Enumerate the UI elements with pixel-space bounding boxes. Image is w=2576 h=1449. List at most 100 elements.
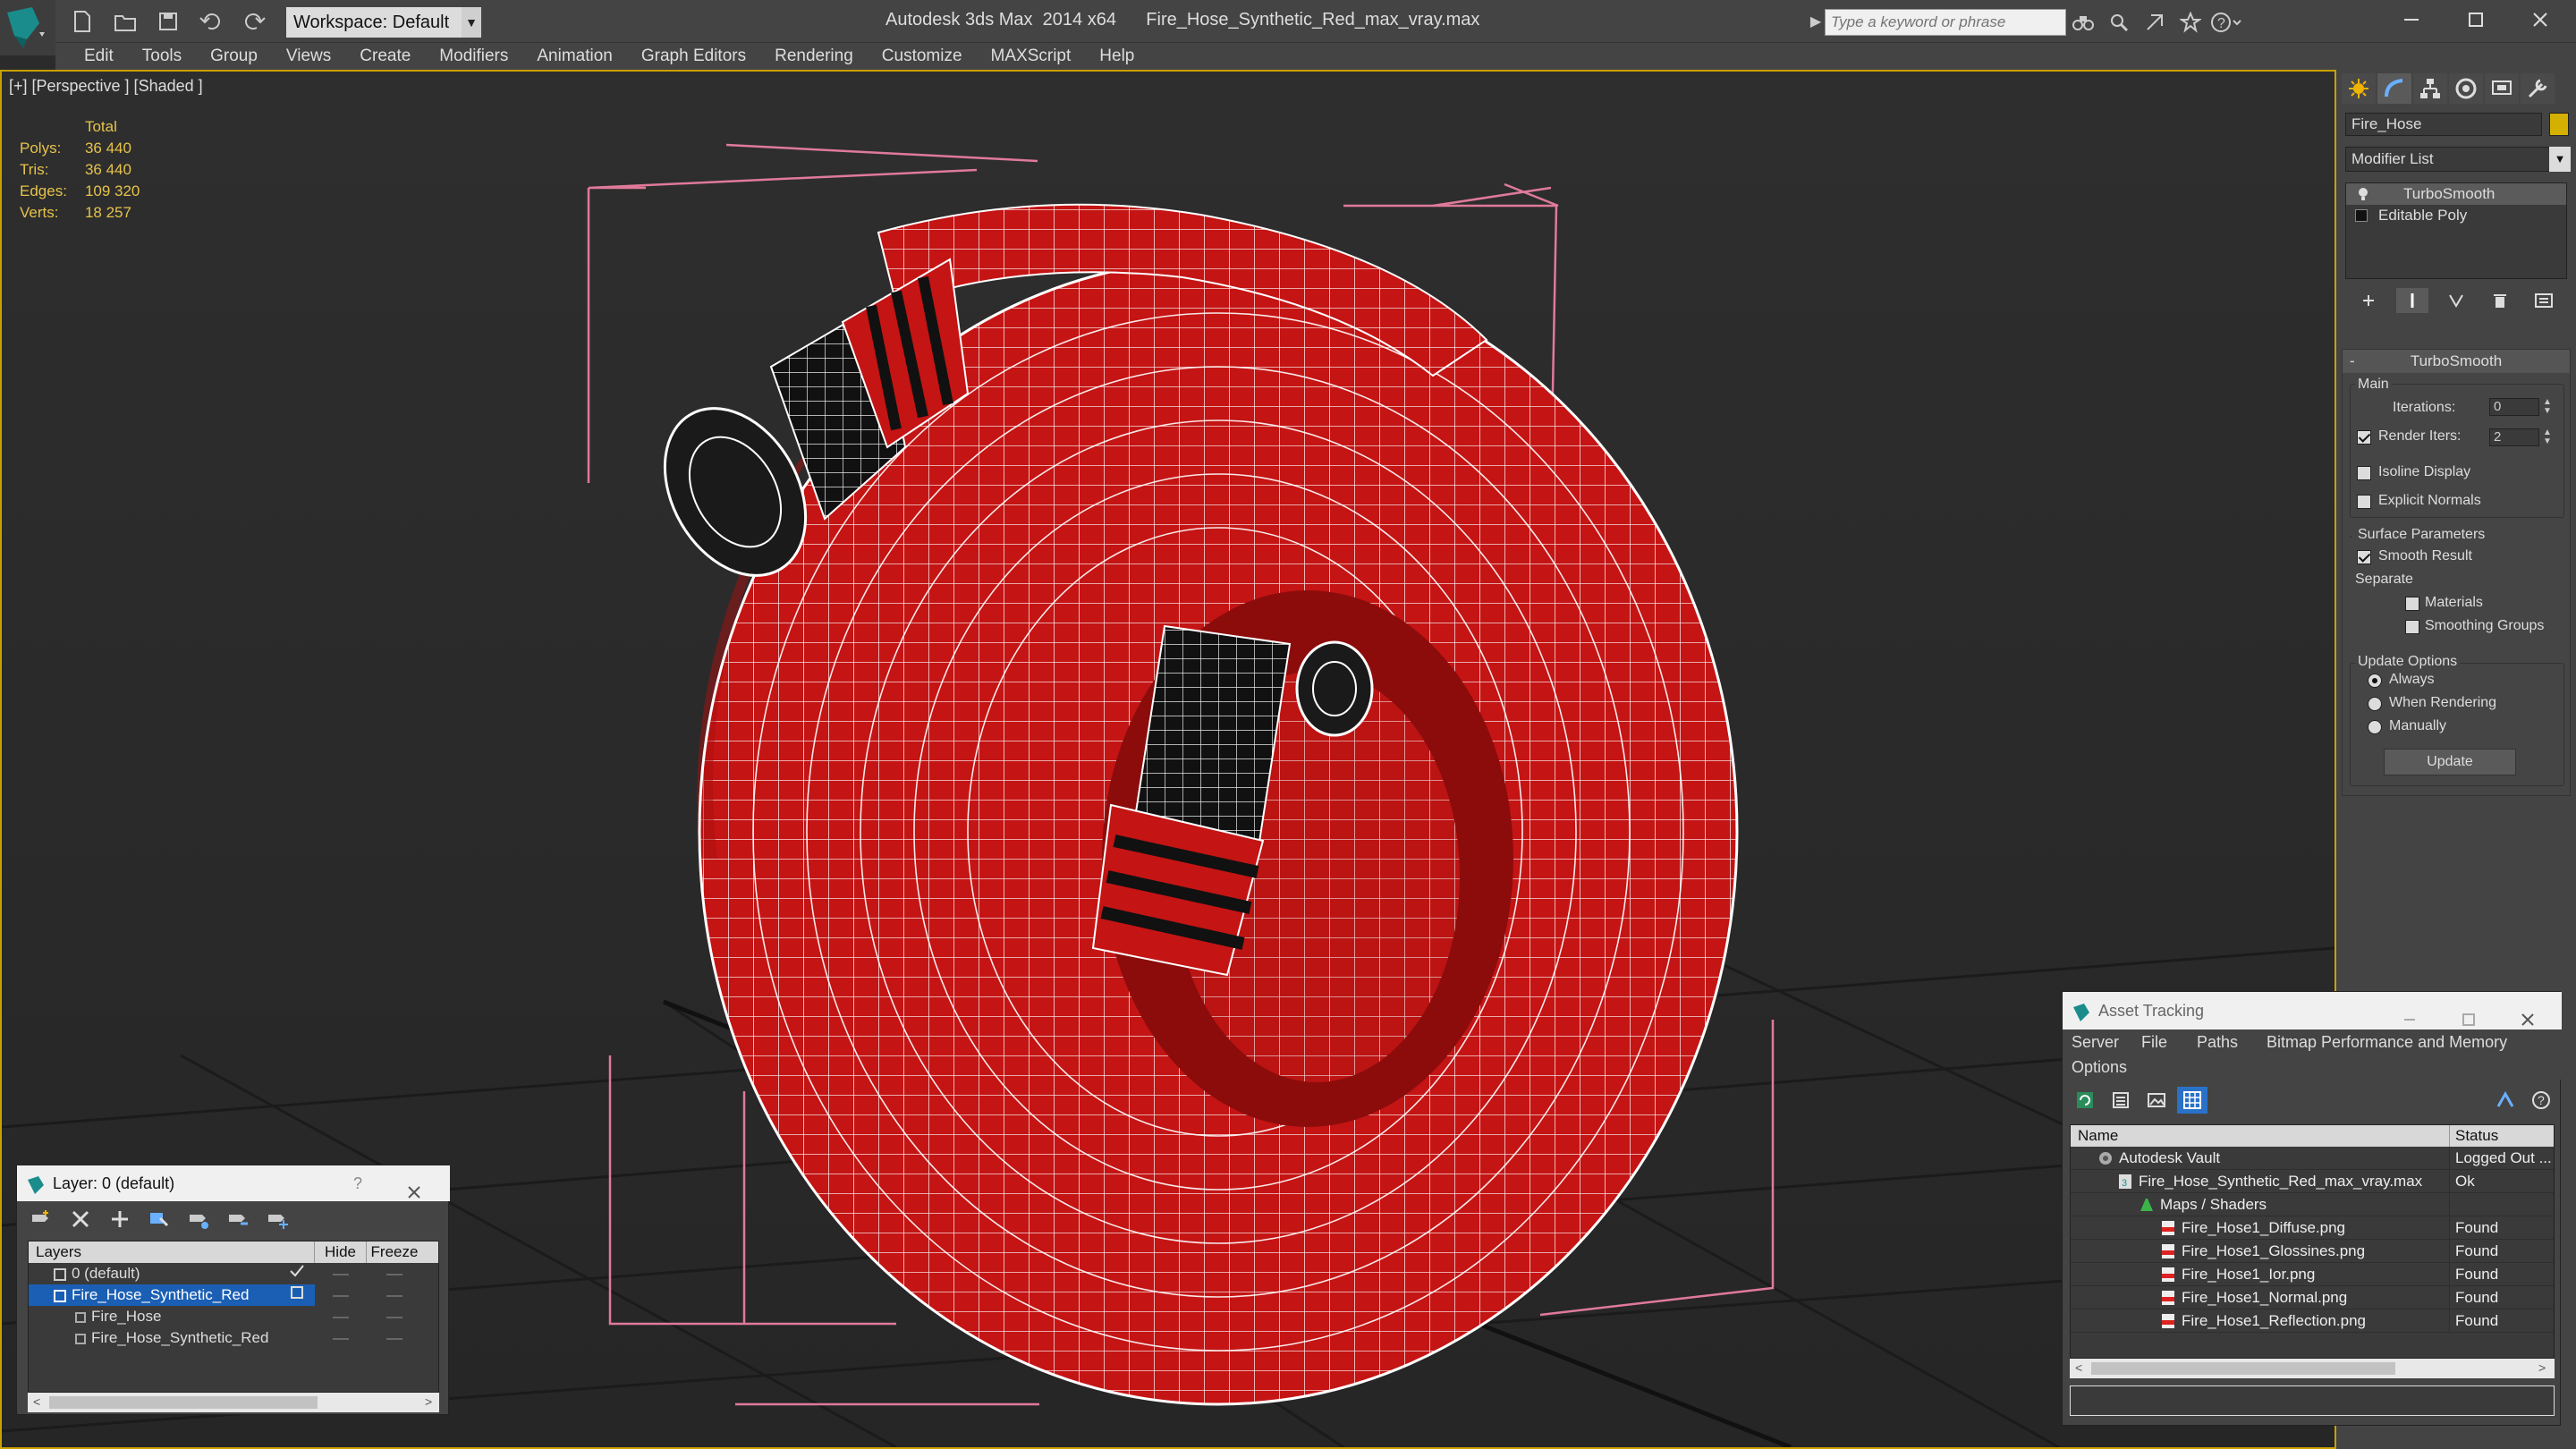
hide-all-layers-icon[interactable]: [223, 1205, 253, 1233]
remove-modifier-icon[interactable]: [2484, 288, 2516, 313]
column-freeze[interactable]: Freeze: [367, 1241, 422, 1263]
asset-menu-options[interactable]: Options: [2072, 1058, 2127, 1077]
object-name-field[interactable]: [2345, 113, 2542, 136]
binoculars-icon[interactable]: [2066, 7, 2100, 38]
layer-horizontal-scrollbar[interactable]: < >: [28, 1393, 439, 1412]
scroll-thumb[interactable]: [2091, 1362, 2395, 1375]
collapse-minus-icon[interactable]: -: [2350, 350, 2355, 373]
asset-row-vault[interactable]: Autodesk Vault Logged Out ...: [2071, 1147, 2554, 1170]
subscription-icon[interactable]: [2102, 7, 2136, 38]
menu-rendering[interactable]: Rendering: [760, 43, 868, 70]
menu-edit[interactable]: Edit: [70, 43, 128, 70]
make-unique-icon[interactable]: [2440, 288, 2472, 313]
layer-window-titlebar[interactable]: Layer: 0 (default) ?: [17, 1165, 450, 1201]
close-icon[interactable]: [2508, 0, 2572, 39]
asset-window-titlebar[interactable]: Asset Tracking: [2063, 992, 2562, 1030]
menu-views[interactable]: Views: [272, 43, 345, 70]
menu-create[interactable]: Create: [345, 43, 425, 70]
asset-menu-paths[interactable]: Paths: [2197, 1033, 2238, 1052]
isoline-display-checkbox[interactable]: [2357, 466, 2371, 480]
open-file-icon[interactable]: [106, 5, 145, 38]
help-question[interactable]: ?: [353, 1165, 362, 1201]
redo-icon[interactable]: [234, 5, 274, 38]
asset-row-bitmap[interactable]: Fire_Hose1_Glossines.png Found: [2071, 1240, 2554, 1263]
workspace-dropdown[interactable]: Workspace: Default: [286, 7, 481, 38]
show-end-result-icon[interactable]: [2396, 288, 2428, 313]
delete-layer-icon[interactable]: [65, 1205, 96, 1233]
refresh-icon[interactable]: [2070, 1087, 2100, 1114]
menu-help[interactable]: Help: [1085, 43, 1148, 70]
layer-row-selected[interactable]: Fire_Hose_Synthetic_Red: [29, 1284, 438, 1306]
column-layers[interactable]: Layers: [29, 1241, 315, 1263]
maximize-icon[interactable]: [2444, 0, 2508, 39]
display-tab-icon[interactable]: [2485, 73, 2519, 104]
object-color-swatch[interactable]: [2549, 113, 2569, 136]
motion-tab-icon[interactable]: [2449, 73, 2483, 104]
configure-sets-icon[interactable]: [2528, 288, 2560, 313]
iterations-spinner[interactable]: 0: [2489, 398, 2539, 416]
asset-menu-file[interactable]: File: [2141, 1033, 2167, 1052]
chevron-down-icon[interactable]: ▼: [462, 7, 481, 38]
chevron-down-icon[interactable]: ▼: [2549, 147, 2571, 172]
menu-graph-editors[interactable]: Graph Editors: [627, 43, 760, 70]
app-logo-icon[interactable]: [0, 0, 55, 55]
modifier-list-dropdown[interactable]: Modifier List: [2345, 147, 2551, 172]
column-name[interactable]: Name: [2071, 1125, 2450, 1147]
update-always-radio[interactable]: [2368, 674, 2382, 688]
expand-plus-icon[interactable]: [2355, 209, 2368, 222]
select-objects-icon[interactable]: [144, 1205, 174, 1233]
smooth-result-checkbox[interactable]: [2357, 550, 2371, 564]
pin-stack-icon[interactable]: [2352, 288, 2385, 313]
active-layer-check-icon[interactable]: [279, 1263, 315, 1284]
active-layer-box-icon[interactable]: [279, 1284, 315, 1306]
asset-row-bitmap[interactable]: Fire_Hose1_Ior.png Found: [2071, 1263, 2554, 1286]
layer-row[interactable]: 0 (default): [29, 1263, 438, 1284]
save-icon[interactable]: [148, 5, 188, 38]
menu-customize[interactable]: Customize: [868, 43, 977, 70]
minimize-icon[interactable]: [2379, 0, 2444, 39]
table-view-icon[interactable]: [2177, 1087, 2207, 1114]
hierarchy-tab-icon[interactable]: [2413, 73, 2447, 104]
asset-row-bitmap[interactable]: Fire_Hose1_Diffuse.png Found: [2071, 1216, 2554, 1240]
highlight-layer-icon[interactable]: [183, 1205, 214, 1233]
materials-checkbox[interactable]: [2405, 597, 2419, 611]
layer-object-row[interactable]: Fire_Hose_Synthetic_Red: [29, 1327, 438, 1349]
search-expand-icon[interactable]: ▶: [1807, 9, 1825, 36]
create-tab-icon[interactable]: [2342, 73, 2376, 104]
viewport-label[interactable]: [+] [Perspective ] [Shaded ]: [9, 77, 203, 96]
rollout-header[interactable]: - TurboSmooth: [2343, 350, 2570, 373]
communication-icon[interactable]: [2138, 7, 2172, 38]
new-layer-icon[interactable]: [26, 1205, 56, 1233]
scroll-thumb[interactable]: [49, 1396, 318, 1409]
new-file-icon[interactable]: [63, 5, 102, 38]
column-status[interactable]: Status: [2450, 1125, 2554, 1147]
asset-horizontal-scrollbar[interactable]: < >: [2070, 1359, 2555, 1378]
menu-group[interactable]: Group: [196, 43, 272, 70]
asset-row-bitmap[interactable]: Fire_Hose1_Normal.png Found: [2071, 1286, 2554, 1309]
modify-tab-icon[interactable]: [2377, 73, 2411, 104]
lightbulb-icon[interactable]: [2353, 187, 2373, 201]
asset-menu-bitmap-performance[interactable]: Bitmap Performance and Memory: [2267, 1033, 2507, 1052]
asset-row-bitmap[interactable]: Fire_Hose1_Reflection.png Found: [2071, 1309, 2554, 1333]
asset-row-maps-folder[interactable]: Maps / Shaders: [2071, 1193, 2554, 1216]
scroll-right-icon[interactable]: >: [425, 1394, 432, 1409]
help-icon[interactable]: ?: [2209, 7, 2243, 38]
smoothing-groups-checkbox[interactable]: [2405, 620, 2419, 634]
spinner-arrows-icon[interactable]: ▲ ▼: [2541, 428, 2554, 446]
column-hide[interactable]: Hide: [315, 1241, 367, 1263]
menu-modifiers[interactable]: Modifiers: [425, 43, 522, 70]
update-manually-radio[interactable]: [2368, 720, 2382, 734]
add-to-layer-icon[interactable]: [105, 1205, 135, 1233]
stack-item-editable-poly[interactable]: Editable Poly: [2346, 205, 2566, 226]
scroll-right-icon[interactable]: >: [2538, 1360, 2546, 1375]
scroll-left-icon[interactable]: <: [33, 1394, 40, 1409]
update-when-rendering-radio[interactable]: [2368, 697, 2382, 711]
utilities-tab-icon[interactable]: [2521, 73, 2555, 104]
render-iters-checkbox[interactable]: [2357, 430, 2371, 445]
spinner-arrows-icon[interactable]: ▲ ▼: [2541, 398, 2554, 416]
thumbnail-view-icon[interactable]: [2141, 1087, 2172, 1114]
vault-help-icon[interactable]: [2490, 1087, 2521, 1114]
asset-menu-server[interactable]: Server: [2072, 1033, 2119, 1052]
asset-row-scene-file[interactable]: 3 Fire_Hose_Synthetic_Red_max_vray.max Ok: [2071, 1170, 2554, 1193]
stack-item-turbosmooth[interactable]: TurboSmooth: [2346, 183, 2566, 205]
